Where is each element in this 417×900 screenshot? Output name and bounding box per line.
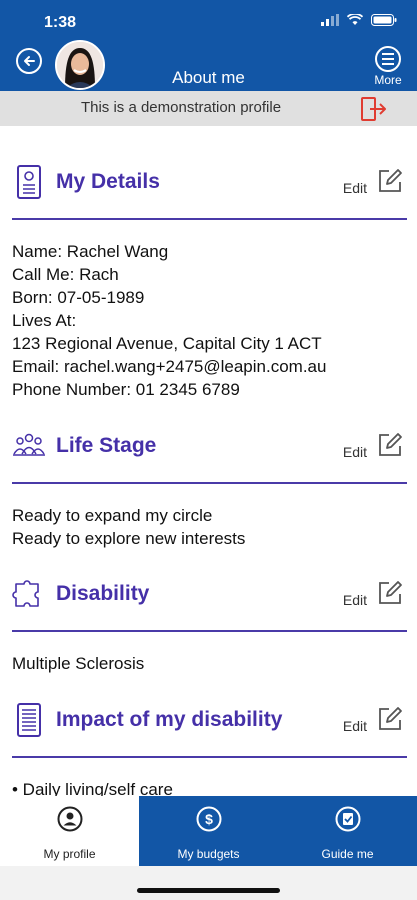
section-header: Disability Edit xyxy=(0,568,417,628)
more-button[interactable]: More xyxy=(373,46,403,87)
edit-icon[interactable] xyxy=(377,706,403,732)
tab-label: My budgets xyxy=(177,847,240,861)
life-stage-item: Ready to expand my circle xyxy=(12,506,213,525)
bottom-nav: My profile $ My budgets Guide me xyxy=(0,796,417,866)
page-title: About me xyxy=(172,68,245,87)
detail-address: 123 Regional Avenue, Capital City 1 ACT xyxy=(12,334,322,353)
detail-email: Email: rachel.wang+2475@leapin.com.au xyxy=(12,357,327,376)
detail-phone: Phone Number: 01 2345 6789 xyxy=(12,380,240,399)
section-divider xyxy=(12,218,407,220)
tab-my-profile[interactable]: My profile xyxy=(0,796,139,866)
status-icons xyxy=(321,14,397,26)
detail-lives-at-label: Lives At: xyxy=(12,311,77,330)
detail-call-me: Call Me: Rach xyxy=(12,265,119,284)
tab-label: Guide me xyxy=(321,847,374,861)
section-disability: Disability Edit Multiple Sclerosis xyxy=(0,568,417,673)
detail-name: Name: Rachel Wang xyxy=(12,242,169,261)
app-header: About me More xyxy=(0,36,417,91)
edit-details-label[interactable]: Edit xyxy=(343,180,367,196)
document-list-icon xyxy=(17,703,41,737)
id-card-icon xyxy=(17,165,41,199)
wifi-icon xyxy=(347,14,363,25)
profile-content[interactable]: My Details Edit Name: Rachel Wang Call M… xyxy=(0,126,417,796)
section-title: Impact of my disability xyxy=(56,708,283,731)
section-life-stage: Life Stage Edit Ready to expand my circl… xyxy=(0,420,417,548)
demo-banner: This is a demonstration profile xyxy=(0,91,417,126)
edit-icon[interactable] xyxy=(377,432,403,458)
section-header: Life Stage Edit xyxy=(0,420,417,480)
section-my-details: My Details Edit Name: Rachel Wang Call M… xyxy=(0,156,417,399)
svg-text:$: $ xyxy=(205,811,213,827)
tab-label: My profile xyxy=(43,847,96,861)
person-icon xyxy=(57,806,82,832)
section-divider xyxy=(12,482,407,484)
detail-born: Born: 07-05-1989 xyxy=(12,288,145,307)
arrow-left-icon xyxy=(24,56,35,66)
dollar-icon: $ xyxy=(196,806,221,832)
life-stage-text: Ready to expand my circle Ready to explo… xyxy=(12,504,245,550)
menu-icon xyxy=(375,46,401,72)
edit-icon[interactable] xyxy=(377,580,403,606)
disability-item: Multiple Sclerosis xyxy=(12,654,145,673)
home-indicator[interactable] xyxy=(137,888,280,893)
exit-icon[interactable] xyxy=(361,97,387,121)
status-bar: 1:38 xyxy=(0,0,417,36)
edit-impact-label[interactable]: Edit xyxy=(343,718,367,734)
edit-life-stage-label[interactable]: Edit xyxy=(343,444,367,460)
puzzle-icon xyxy=(12,580,39,607)
tab-guide-me[interactable]: Guide me xyxy=(278,796,417,866)
section-divider xyxy=(12,630,407,632)
demo-banner-text: This is a demonstration profile xyxy=(80,99,282,116)
tab-my-budgets[interactable]: $ My budgets xyxy=(139,796,278,866)
signal-icon xyxy=(321,14,339,26)
impact-text: • Daily living/self care xyxy=(12,778,173,796)
life-stage-item: Ready to explore new interests xyxy=(12,529,246,548)
details-text: Name: Rachel Wang Call Me: Rach Born: 07… xyxy=(12,240,326,401)
disability-text: Multiple Sclerosis xyxy=(12,652,144,675)
impact-item: • Daily living/self care xyxy=(12,780,173,796)
section-impact: Impact of my disability Edit • Daily liv… xyxy=(0,694,417,796)
section-title: Disability xyxy=(56,582,150,605)
more-label: More xyxy=(374,73,402,87)
section-divider xyxy=(12,756,407,758)
section-title: My Details xyxy=(56,170,160,193)
status-time: 1:38 xyxy=(44,14,77,31)
edit-icon[interactable] xyxy=(377,168,403,194)
edit-disability-label[interactable]: Edit xyxy=(343,592,367,608)
battery-icon xyxy=(371,14,397,26)
section-header: Impact of my disability Edit xyxy=(0,694,417,754)
people-group-icon xyxy=(13,433,45,456)
home-bar xyxy=(0,866,417,900)
section-header: My Details Edit xyxy=(0,156,417,216)
section-title: Life Stage xyxy=(56,434,157,457)
checklist-icon xyxy=(335,806,360,832)
